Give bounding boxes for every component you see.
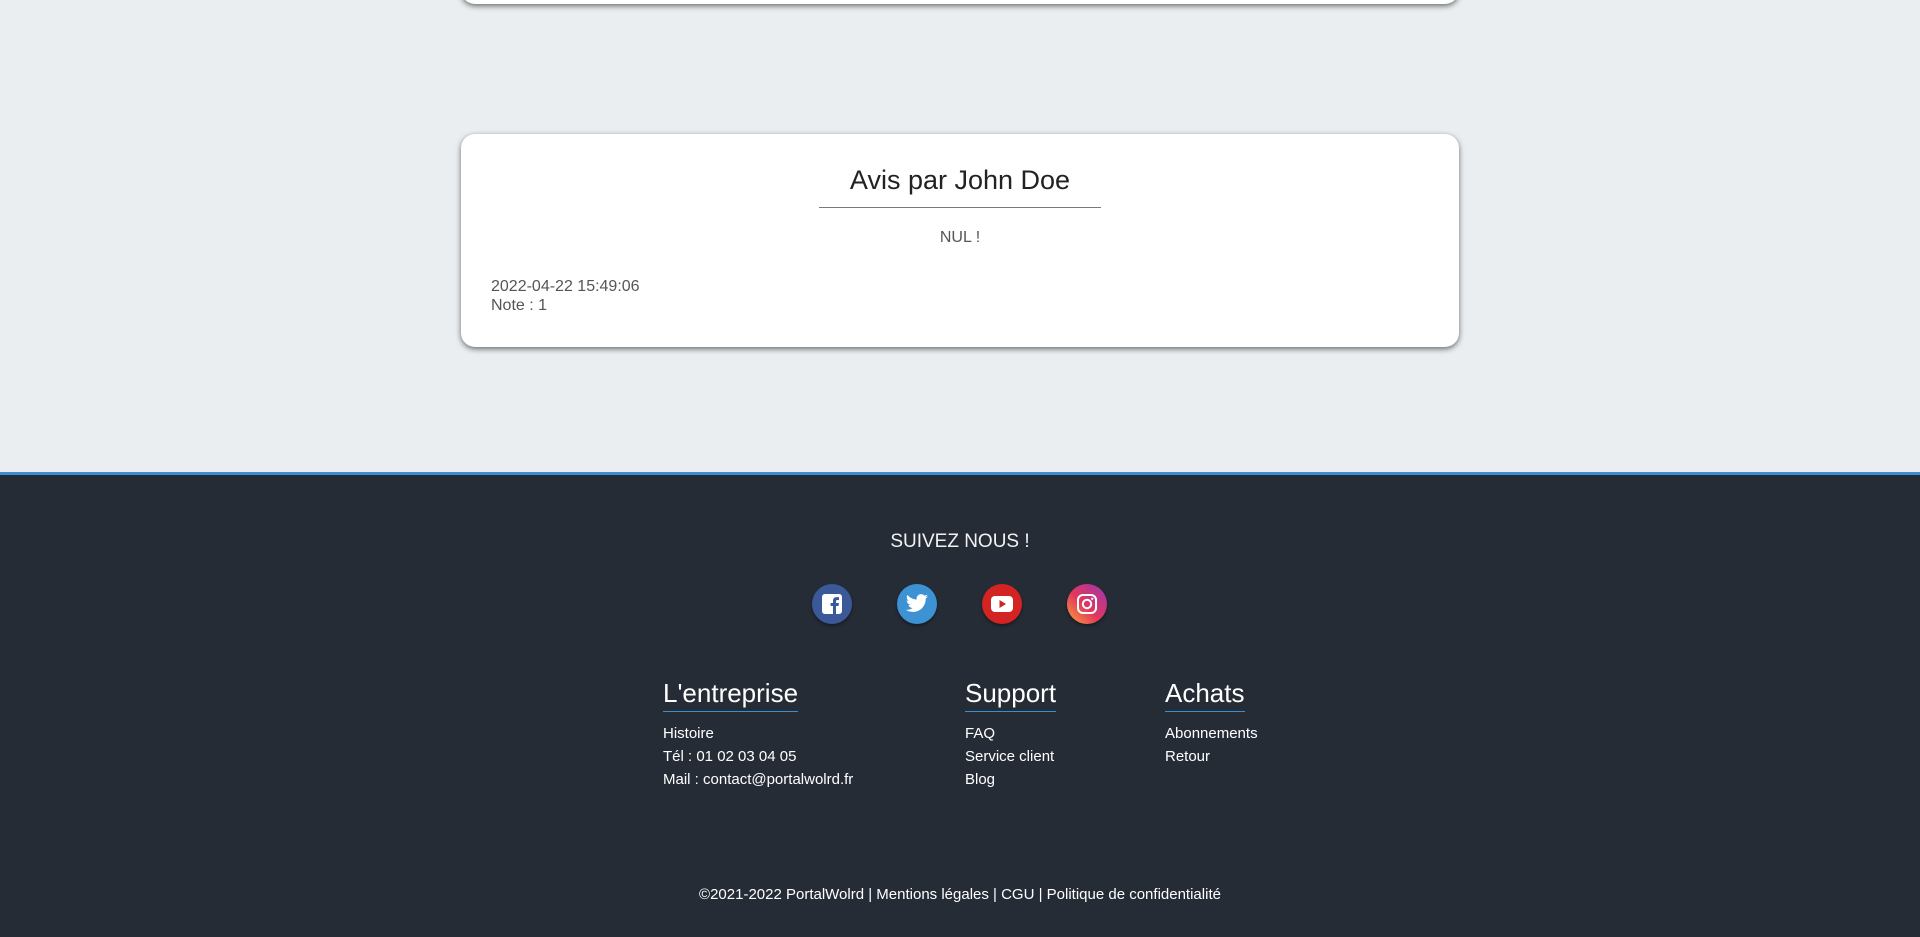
twitter-icon[interactable] bbox=[897, 584, 937, 624]
review-meta: 2022-04-22 15:49:06 Note : 1 bbox=[491, 277, 640, 315]
column-title: Support bbox=[965, 678, 1057, 712]
footer-link-customer-service[interactable]: Service client bbox=[965, 745, 1056, 768]
footer-column-purchases: Achats Abonnements Retour bbox=[1165, 678, 1258, 768]
footer-column-company: L'entreprise Histoire Tél : 01 02 03 04 … bbox=[663, 678, 853, 791]
review-title: Avis par John Doe bbox=[849, 165, 1071, 195]
review-date: 2022-04-22 15:49:06 bbox=[491, 278, 640, 295]
review-note: Note : 1 bbox=[491, 297, 548, 314]
copyright-text: ©2021-2022 PortalWolrd | Mentions légale… bbox=[699, 886, 1221, 903]
column-title: L'entreprise bbox=[663, 678, 799, 712]
facebook-icon[interactable] bbox=[812, 584, 852, 624]
footer-phone: Tél : 01 02 03 04 05 bbox=[663, 748, 797, 765]
column-title: Achats bbox=[1165, 678, 1245, 712]
social-links bbox=[812, 584, 1107, 624]
follow-title: SUIVEZ NOUS ! bbox=[890, 531, 1030, 552]
site-footer: SUIVEZ NOUS ! L'entreprise Histoire Tél … bbox=[0, 472, 1920, 937]
footer-link-returns[interactable]: Retour bbox=[1165, 745, 1258, 768]
instagram-icon[interactable] bbox=[1067, 584, 1107, 624]
footer-link-history[interactable]: Histoire bbox=[663, 722, 853, 745]
title-divider bbox=[819, 207, 1101, 208]
footer-mail[interactable]: Mail : contact@portalwolrd.fr bbox=[663, 768, 853, 791]
footer-link-blog[interactable]: Blog bbox=[965, 768, 1056, 791]
review-text: NUL ! bbox=[939, 229, 981, 246]
review-card: Avis par John Doe NUL ! 2022-04-22 15:49… bbox=[461, 134, 1459, 347]
footer-link-faq[interactable]: FAQ bbox=[965, 722, 1056, 745]
footer-link-subscriptions[interactable]: Abonnements bbox=[1165, 722, 1258, 745]
previous-review-card bbox=[461, 0, 1459, 4]
footer-column-support: Support FAQ Service client Blog bbox=[965, 678, 1057, 791]
youtube-icon[interactable] bbox=[982, 584, 1022, 624]
